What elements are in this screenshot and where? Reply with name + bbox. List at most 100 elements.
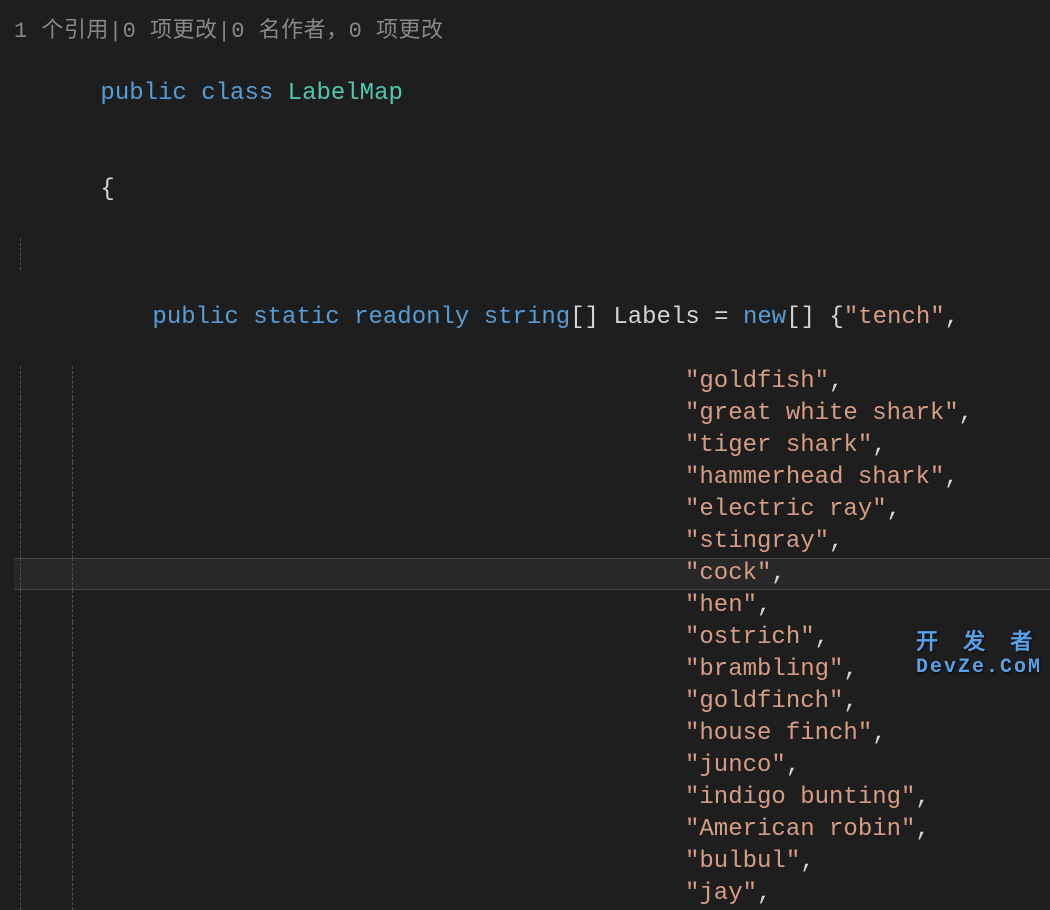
- class-declaration-line[interactable]: public class LabelMap: [14, 46, 1050, 142]
- label-line[interactable]: "cock",: [14, 558, 1050, 590]
- label-6: "stingray": [685, 528, 829, 555]
- comma: ,: [945, 304, 959, 331]
- label-line[interactable]: "jay",: [14, 878, 1050, 910]
- current-line-highlight: [14, 558, 1050, 590]
- label-10: "brambling": [685, 656, 843, 683]
- indent-guide: [20, 398, 21, 430]
- indent-guide: [20, 462, 21, 494]
- indent-guide: [72, 814, 73, 846]
- label-line[interactable]: "indigo bunting",: [14, 782, 1050, 814]
- watermark-line1: 开 发 者: [916, 624, 1042, 656]
- label-3: "tiger shark": [685, 432, 872, 459]
- watermark: 开 发 者 DevZe.CoM: [916, 624, 1042, 679]
- keyword-public: public: [100, 80, 186, 107]
- indent-guide: [20, 718, 21, 750]
- indent-guide: [72, 878, 73, 910]
- codelens-authors[interactable]: 0 名作者: [231, 19, 326, 44]
- indent-guide: [20, 526, 21, 558]
- label-9: "ostrich": [685, 624, 815, 651]
- label-1: "goldfish": [685, 368, 829, 395]
- comma: ,: [786, 752, 800, 779]
- comma: ,: [815, 624, 829, 651]
- keyword-public2: public: [152, 304, 238, 331]
- indent-guide: [72, 622, 73, 654]
- comma: ,: [915, 816, 929, 843]
- indent-guide: [20, 750, 21, 782]
- label-2: "great white shark": [685, 400, 959, 427]
- codelens-changes2[interactable]: 0 项更改: [349, 19, 444, 44]
- indent-guide: [20, 622, 21, 654]
- indent-guide: [72, 686, 73, 718]
- label-line[interactable]: "tiger shark",: [14, 430, 1050, 462]
- keyword-class: class: [201, 80, 273, 107]
- label-line[interactable]: "goldfish",: [14, 366, 1050, 398]
- indent-guide: [72, 782, 73, 814]
- array-open-brace: {: [829, 304, 843, 331]
- comma: ,: [800, 848, 814, 875]
- code-block[interactable]: public class LabelMap { public static re…: [14, 46, 1050, 910]
- codelens-sep: |: [109, 19, 123, 44]
- label-line[interactable]: "house finch",: [14, 718, 1050, 750]
- comma: ,: [829, 528, 843, 555]
- brackets: []: [570, 304, 599, 331]
- label-11: "goldfinch": [685, 688, 843, 715]
- indent-guide: [72, 654, 73, 686]
- codelens-changes1[interactable]: 0 项更改: [123, 19, 218, 44]
- indent-guide: [20, 366, 21, 398]
- field-declaration-line[interactable]: public static readonly string[] Labels =…: [14, 238, 1050, 366]
- keyword-static: static: [253, 304, 339, 331]
- label-line[interactable]: "hammerhead shark",: [14, 462, 1050, 494]
- label-0: "tench": [844, 304, 945, 331]
- indent-guide: [20, 846, 21, 878]
- indent-guide: [72, 430, 73, 462]
- comma: ,: [829, 368, 843, 395]
- watermark-line2: DevZe.CoM: [916, 656, 1042, 679]
- comma: ,: [757, 592, 771, 619]
- codelens-references[interactable]: 1 个引用: [14, 19, 109, 44]
- comma: ,: [843, 688, 857, 715]
- comma: ,: [915, 784, 929, 811]
- label-line[interactable]: "American robin",: [14, 814, 1050, 846]
- label-line[interactable]: "junco",: [14, 750, 1050, 782]
- label-15: "American robin": [685, 816, 915, 843]
- label-line[interactable]: "great white shark",: [14, 398, 1050, 430]
- label-line[interactable]: "stingray",: [14, 526, 1050, 558]
- indent-guide: [72, 398, 73, 430]
- indent-guide: [72, 846, 73, 878]
- label-line[interactable]: "bulbul",: [14, 846, 1050, 878]
- label-line[interactable]: "ostrich",: [14, 622, 1050, 654]
- indent-guide: [72, 526, 73, 558]
- indent-guide: [20, 430, 21, 462]
- codelens-info[interactable]: 1 个引用|0 项更改|0 名作者，0 项更改: [14, 12, 1050, 44]
- type-string: string: [484, 304, 570, 331]
- label-5: "electric ray": [685, 496, 887, 523]
- label-16: "bulbul": [685, 848, 800, 875]
- indent-guide: [20, 494, 21, 526]
- code-editor[interactable]: 1 个引用|0 项更改|0 名作者，0 项更改 public class Lab…: [0, 0, 1050, 910]
- comma: ,: [757, 880, 771, 907]
- label-line[interactable]: "hen",: [14, 590, 1050, 622]
- equals: =: [714, 304, 728, 331]
- label-8: "hen": [685, 592, 757, 619]
- label-line[interactable]: "goldfinch",: [14, 686, 1050, 718]
- label-14: "indigo bunting": [685, 784, 915, 811]
- comma: ,: [843, 656, 857, 683]
- indent-guide: [72, 718, 73, 750]
- indent-guide: [20, 558, 21, 590]
- indent-guide: [20, 590, 21, 622]
- indent-guide: [20, 654, 21, 686]
- label-4: "hammerhead shark": [685, 464, 944, 491]
- brackets2: []: [786, 304, 815, 331]
- class-name: LabelMap: [288, 80, 403, 107]
- label-line[interactable]: "electric ray",: [14, 494, 1050, 526]
- codelens-sep2: |: [218, 19, 232, 44]
- indent-guide: [72, 590, 73, 622]
- codelens-comma: ，: [326, 19, 349, 44]
- open-brace-line[interactable]: {: [14, 142, 1050, 238]
- indent-guide: [20, 686, 21, 718]
- comma: ,: [959, 400, 973, 427]
- comma: ,: [872, 720, 886, 747]
- indent-guide: [72, 494, 73, 526]
- label-line[interactable]: "brambling",: [14, 654, 1050, 686]
- keyword-readonly: readonly: [354, 304, 469, 331]
